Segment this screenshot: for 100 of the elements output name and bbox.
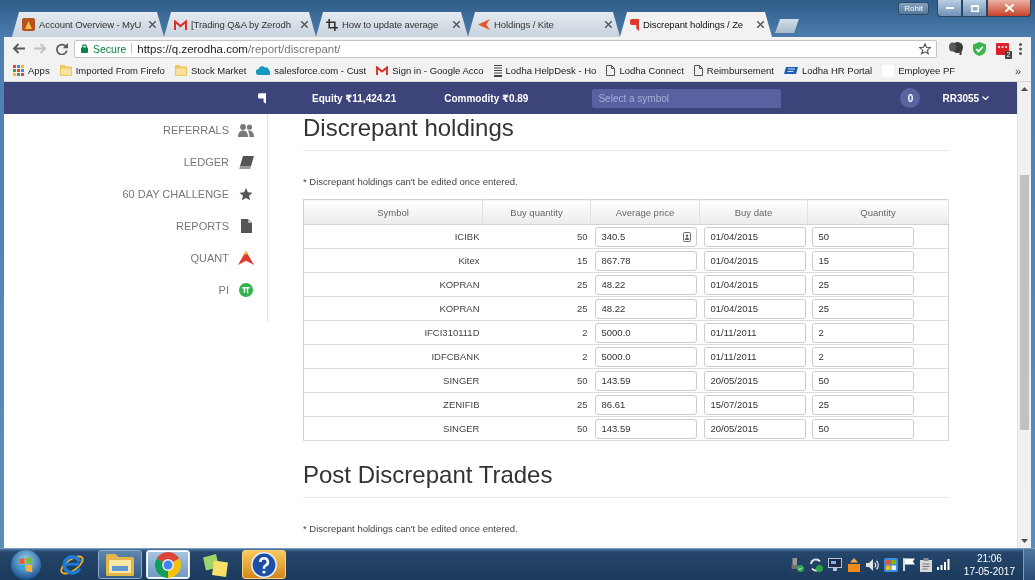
flag-icon[interactable] [902, 558, 915, 571]
date-input[interactable]: 20/05/2015 [703, 370, 806, 391]
symbol-search-field[interactable]: Select a symbol [592, 88, 782, 108]
calendar-icon[interactable] [996, 42, 1009, 55]
price-input[interactable]: 867.78 [594, 250, 697, 271]
price-input[interactable]: 86.61 [594, 394, 697, 415]
sidebar-link[interactable]: 60 DAY CHALLENGE [122, 187, 254, 201]
quantity-input[interactable]: 2 [811, 346, 914, 367]
window-tile-icon[interactable] [883, 557, 898, 572]
date-input[interactable]: 20/05/2015 [703, 418, 806, 439]
price-input[interactable]: 48.22 [594, 274, 697, 295]
symbol-text: SINGER [443, 423, 480, 434]
scroll-down-icon[interactable] [1021, 539, 1028, 543]
minimize-button[interactable] [937, 0, 962, 17]
new-tab-button[interactable] [775, 19, 799, 33]
folder-icon [174, 65, 187, 76]
close-icon[interactable] [301, 21, 308, 28]
bookmarks-overflow[interactable]: » [1014, 64, 1021, 77]
quantity-input[interactable]: 2 [811, 322, 914, 343]
date-input[interactable]: 01/11/2011 [703, 322, 806, 343]
taskbar-button[interactable] [98, 550, 142, 579]
quantity-input[interactable]: 25 [811, 394, 914, 415]
close-icon[interactable] [605, 21, 612, 28]
url-text: https://q.zerodha.com/report/discrepant/ [137, 42, 341, 55]
help-icon [251, 551, 277, 578]
taskbar-button[interactable] [242, 550, 286, 579]
price-input[interactable]: 143.59 [594, 418, 697, 439]
notification-count[interactable]: 0 [900, 88, 921, 108]
address-bar[interactable]: Secure https://q.zerodha.com/report/discrepant/ [74, 39, 937, 58]
clipboard-icon[interactable] [919, 557, 932, 572]
monitor-icon[interactable] [827, 558, 842, 571]
quantity-input[interactable]: 50 [811, 418, 914, 439]
bookmark[interactable]: salesforce.com - Cust [256, 65, 367, 76]
price-input[interactable]: 5000.0 [594, 346, 697, 367]
browser-tab[interactable]: Holdings / Kite [468, 12, 620, 37]
price-input[interactable]: 48.22 [594, 298, 697, 319]
quantity-input[interactable]: 50 [811, 370, 914, 391]
section-heading: Post Discrepant Trades [303, 461, 554, 489]
speaker-icon[interactable] [865, 558, 879, 571]
crop-icon [326, 18, 338, 31]
quantity-input[interactable]: 50 [811, 226, 914, 247]
sync-icon[interactable] [808, 557, 823, 572]
sidebar-link[interactable]: LEDGER [183, 155, 254, 169]
symbol-text: SINGER [443, 375, 480, 386]
sidebar-link[interactable]: PI [218, 283, 254, 297]
browser-tab[interactable]: Account Overview - MyU [12, 12, 164, 37]
quantity-input[interactable]: 25 [811, 298, 914, 319]
price-input[interactable]: 340.5 [594, 226, 697, 247]
quantity-input[interactable]: 15 [811, 250, 914, 271]
quantity-input[interactable]: 25 [811, 274, 914, 295]
blob-logo-icon[interactable] [949, 42, 963, 55]
flag-logo-icon[interactable] [258, 92, 266, 104]
scroll-up-icon[interactable] [1021, 87, 1028, 91]
mail-icon [174, 19, 187, 30]
star-icon[interactable] [919, 42, 931, 55]
signal-bars-icon[interactable] [936, 559, 950, 570]
date-input[interactable]: 01/11/2011 [703, 346, 806, 367]
user-menu[interactable]: RR3055 [942, 92, 990, 104]
sidebar-link[interactable]: REPORTS [176, 219, 254, 233]
close-button[interactable] [987, 0, 1031, 17]
date-input[interactable]: 01/04/2015 [703, 274, 806, 295]
symbol-text: ZENIFIB [443, 399, 480, 410]
flag-logo-icon [630, 18, 639, 31]
maximize-button[interactable] [962, 0, 987, 17]
bookmark[interactable]: Sign in - Google Acco [376, 65, 484, 76]
bookmark[interactable]: Lodha HR Portal [783, 65, 873, 76]
flag-orb-icon [11, 549, 41, 580]
back-icon[interactable] [12, 43, 25, 54]
bookmark[interactable]: Reimbursement [693, 65, 774, 76]
date-input[interactable]: 01/04/2015 [703, 250, 806, 271]
close-icon[interactable] [453, 21, 460, 28]
close-icon[interactable] [149, 21, 156, 28]
bookmark[interactable]: Lodha Connect [606, 65, 684, 76]
disclaimer-note: * Discrepant holdings can't be edited once entered. [303, 522, 519, 536]
browser-tab[interactable]: How to update average [316, 12, 468, 37]
browser-tab[interactable]: Discrepant holdings / Ze [620, 12, 772, 37]
reload-icon[interactable] [56, 42, 68, 55]
price-input[interactable]: 143.59 [594, 370, 697, 391]
bookmark[interactable]: Apps [13, 65, 50, 76]
bookmark[interactable]: Imported From Firefo [59, 65, 165, 76]
close-icon[interactable] [757, 21, 764, 28]
shield-check-icon[interactable] [973, 41, 986, 56]
date-input[interactable]: 01/04/2015 [703, 298, 806, 319]
bookmark[interactable]: Employee PF [882, 64, 956, 77]
bookmark[interactable]: Lodha HelpDesk - Ho [493, 64, 597, 77]
sidebar-link[interactable]: QUANT [190, 251, 254, 265]
browser-tab[interactable]: [Trading Q&A by Zerodh [164, 12, 316, 37]
date-input[interactable]: 01/04/2015 [703, 226, 806, 247]
sidebar-link[interactable]: REFERRALS [162, 123, 254, 137]
section-heading: Discrepant holdings [303, 114, 515, 142]
show-desktop-button[interactable] [1023, 549, 1035, 580]
scrollbar-thumb[interactable] [1020, 175, 1029, 430]
contact-card-icon[interactable] [682, 232, 691, 242]
usb-check-icon[interactable] [789, 557, 804, 572]
menu-icon[interactable] [1019, 42, 1022, 55]
upload-box-icon[interactable] [846, 557, 861, 572]
date-input[interactable]: 15/07/2015 [703, 394, 806, 415]
clock-button[interactable]: 21:06 17-05-2017 [959, 551, 1019, 578]
price-input[interactable]: 5000.0 [594, 322, 697, 343]
bookmark[interactable]: Stock Market [174, 65, 247, 76]
